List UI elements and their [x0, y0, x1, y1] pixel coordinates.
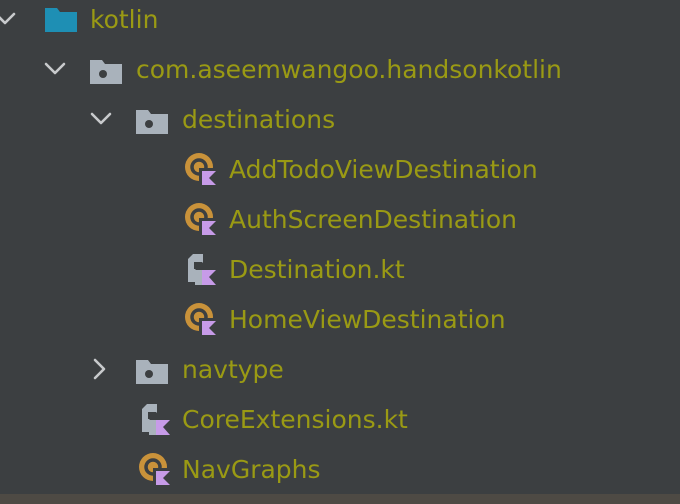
package-folder-icon — [87, 52, 125, 88]
tree-node-homeviewdestination[interactable]: HomeViewDestination — [0, 295, 680, 345]
tree-node-authscreendestination[interactable]: AuthScreenDestination — [0, 195, 680, 245]
kotlin-class-icon — [182, 152, 220, 188]
chevron-down-icon[interactable] — [86, 104, 116, 134]
tree-node-label: destinations — [182, 105, 336, 134]
tree-node-navgraphs[interactable]: NavGraphs — [0, 445, 680, 495]
chevron-down-icon[interactable] — [0, 4, 20, 34]
tree-node-destinations[interactable]: destinations — [0, 95, 680, 145]
tree-node-label: com.aseemwangoo.handsonkotlin — [136, 55, 562, 84]
kotlin-class-icon — [136, 452, 174, 488]
tree-node-label: HomeViewDestination — [229, 305, 506, 334]
tree-node-addtodoviewdestination[interactable]: AddTodoViewDestination — [0, 145, 680, 195]
bottom-divider — [0, 494, 680, 504]
tree-node-label: AddTodoViewDestination — [229, 155, 538, 184]
tree-node-navtype[interactable]: navtype — [0, 345, 680, 395]
chevron-down-icon[interactable] — [40, 54, 70, 84]
source-root-folder-icon — [42, 2, 80, 38]
tree-node-label: CoreExtensions.kt — [182, 405, 408, 434]
package-folder-icon — [133, 352, 171, 388]
package-folder-icon — [133, 102, 171, 138]
kotlin-class-icon — [182, 302, 220, 338]
tree-node-package[interactable]: com.aseemwangoo.handsonkotlin — [0, 45, 680, 95]
tree-node-label: NavGraphs — [182, 455, 321, 484]
kotlin-file-icon — [136, 402, 174, 438]
tree-node-label: AuthScreenDestination — [229, 205, 518, 234]
tree-node-label: navtype — [182, 355, 284, 384]
project-tree: kotlin com.aseemwangoo.handsonkotlin des… — [0, 0, 680, 504]
tree-node-coreextensions-kt[interactable]: CoreExtensions.kt — [0, 395, 680, 445]
tree-node-label: Destination.kt — [229, 255, 405, 284]
tree-node-label: kotlin — [90, 5, 159, 34]
tree-node-kotlin[interactable]: kotlin — [0, 0, 680, 45]
kotlin-file-icon — [182, 252, 220, 288]
kotlin-class-icon — [182, 202, 220, 238]
chevron-right-icon[interactable] — [84, 354, 114, 384]
tree-node-destination-kt[interactable]: Destination.kt — [0, 245, 680, 295]
